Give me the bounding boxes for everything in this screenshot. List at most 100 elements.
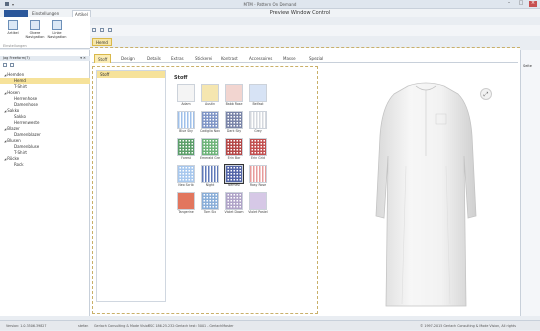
fabric-swatch[interactable]: Violet Pastel xyxy=(246,192,270,219)
fabric-swatch-label: Erin Grid xyxy=(251,156,265,160)
fabric-swatch-label: Tangerine xyxy=(178,210,194,214)
fabric-chip xyxy=(177,192,195,210)
fabric-chip xyxy=(201,138,219,156)
panel-title: Jag Freeform(?) xyxy=(3,56,30,60)
subtab-stoff[interactable]: Stoff xyxy=(94,54,112,63)
fabric-swatch[interactable]: Dark Sky xyxy=(222,111,246,138)
fabric-swatch[interactable]: Tangerine xyxy=(174,192,198,219)
expand-all-icon[interactable] xyxy=(3,63,7,67)
ribbon: Artikel Obere Navigation Linke Navigatio… xyxy=(0,17,90,49)
collapse-all-icon[interactable] xyxy=(10,63,14,67)
fabric-swatch[interactable]: Nemesi xyxy=(222,164,246,192)
top-navigation-button[interactable]: Obere Navigation xyxy=(24,19,46,43)
fabric-swatch-label: Emerald Gre xyxy=(200,156,220,160)
fabric-swatch[interactable]: Neo Scrib xyxy=(174,165,198,192)
fabric-swatch[interactable]: Cadiglia Nav xyxy=(198,111,222,138)
fabric-chip xyxy=(201,165,219,183)
save-icon[interactable] xyxy=(100,28,104,32)
maximize-button[interactable]: □ xyxy=(517,1,525,7)
fabric-swatch[interactable]: Tom Six xyxy=(198,192,222,219)
fabric-swatch-label: Violet Dawn xyxy=(224,210,244,214)
fabric-chip xyxy=(177,84,195,102)
fabric-swatch-label: Night xyxy=(205,183,215,187)
fabric-chip xyxy=(249,84,267,102)
pin-icon[interactable]: ▾ ✕ xyxy=(80,56,86,61)
fabric-swatch-label: Grey xyxy=(254,129,262,133)
fabric-chip xyxy=(177,138,195,156)
fabric-swatch[interactable]: Erin Grid xyxy=(246,138,270,165)
new-icon[interactable] xyxy=(92,28,96,32)
fabric-swatch-label: Tom Six xyxy=(203,210,217,214)
tree-item[interactable]: Rock xyxy=(0,162,90,168)
left-navigation-panel: Jag Freeform(?) ▾ ✕ HemdenHemdT-ShirtHos… xyxy=(0,50,90,316)
left-navigation-button[interactable]: Linke Navigation xyxy=(46,19,68,43)
fabric-swatch[interactable]: Blue Sky xyxy=(174,111,198,138)
fabric-chip xyxy=(224,164,244,184)
ribbon-group-label: Einstellungen xyxy=(3,44,27,48)
fabric-list: Stoff xyxy=(96,70,166,302)
fabric-swatch-label: Blue Sky xyxy=(179,129,193,133)
minimize-button[interactable]: – xyxy=(505,1,513,7)
fabric-swatch-label: Dark Sky xyxy=(226,129,242,133)
fabric-swatch-label: Rosy Rose xyxy=(249,183,267,187)
subtab-extras[interactable]: Extras xyxy=(168,54,187,63)
preview-window-title: Preview Window Control xyxy=(269,10,331,16)
fabric-chip xyxy=(177,165,195,183)
artikel-button[interactable]: Artikel xyxy=(2,19,24,43)
fabric-list-header[interactable]: Stoff xyxy=(97,71,165,78)
subtab-design[interactable]: Design xyxy=(118,54,138,63)
delete-icon[interactable] xyxy=(108,28,112,32)
fabric-chip xyxy=(225,84,243,102)
fabric-swatch[interactable]: Belfast xyxy=(246,84,270,111)
fabric-chip xyxy=(225,111,243,129)
top-nav-icon xyxy=(30,20,40,30)
rotate-view-icon[interactable]: ⤢ xyxy=(480,88,492,100)
right-panel-label: Seite xyxy=(523,64,532,68)
subtab-spezial[interactable]: Spezial xyxy=(306,54,326,63)
fabric-swatch[interactable]: Rosy Rose xyxy=(246,165,270,192)
status-bar: Version: 1.0.3506.39827 stefan Gerlach C… xyxy=(0,320,540,330)
fabric-swatch-label: Nemesi xyxy=(228,183,240,187)
top-navigation-label: Obere Navigation xyxy=(25,31,45,39)
fabric-chip xyxy=(249,111,267,129)
subtab-accessoires[interactable]: Accessoires xyxy=(246,54,275,63)
fabric-swatch[interactable]: Violet Dawn xyxy=(222,192,246,219)
fabric-swatch[interactable]: Forest xyxy=(174,138,198,165)
right-panel: Seite xyxy=(520,50,540,316)
subtab-stickerei[interactable]: Stickerei xyxy=(192,54,215,63)
document-tab-hemd[interactable]: Hemd xyxy=(92,38,112,46)
fabric-chip xyxy=(225,138,243,156)
fabric-swatch-label: Forest xyxy=(181,156,191,160)
close-button[interactable]: × xyxy=(529,1,537,7)
fabric-chip xyxy=(249,165,267,183)
fabric-chip xyxy=(201,84,219,102)
fabric-swatch[interactable]: Austin xyxy=(198,84,222,111)
garment-preview[interactable] xyxy=(336,66,518,314)
document-toolbar xyxy=(90,25,540,36)
tab-artikel[interactable]: Artikel xyxy=(72,10,91,17)
fabric-chip xyxy=(249,192,267,210)
fabric-swatch-label: Belfast xyxy=(252,102,264,106)
tab-einstellungen[interactable]: Einstellungen xyxy=(30,10,61,17)
fabric-swatch-label: Adam xyxy=(181,102,191,106)
file-tab[interactable] xyxy=(4,10,28,17)
panel-toolbar xyxy=(3,63,14,67)
fabric-swatch-label: Babb Rose xyxy=(225,102,243,106)
fabric-swatch-label: Austin xyxy=(204,102,216,106)
fabric-swatch[interactable]: Emerald Gre xyxy=(198,138,222,165)
subtab-masse[interactable]: Masse xyxy=(280,54,299,63)
fabric-swatch[interactable]: Babb Rose xyxy=(222,84,246,111)
left-nav-icon xyxy=(52,20,62,30)
fabric-swatch[interactable]: Grey xyxy=(246,111,270,138)
fabric-swatch[interactable]: Erin Bar xyxy=(222,138,246,165)
subtab-details[interactable]: Details xyxy=(144,54,164,63)
fabric-swatch[interactable]: Night xyxy=(198,165,222,192)
fabric-swatch-label: Erin Bar xyxy=(227,156,241,160)
window-controls: – □ × xyxy=(505,1,537,7)
fabric-swatch-label: Violet Pastel xyxy=(248,210,268,214)
subtab-kontrast[interactable]: Kontrast xyxy=(218,54,241,63)
panel-header: Jag Freeform(?) ▾ ✕ xyxy=(0,56,90,61)
fabric-swatch-label: Neo Scrib xyxy=(178,183,194,187)
configurator-canvas: Stoff Design Details Extras Stickerei Kontras… xyxy=(90,48,520,316)
fabric-swatch[interactable]: Adam xyxy=(174,84,198,111)
